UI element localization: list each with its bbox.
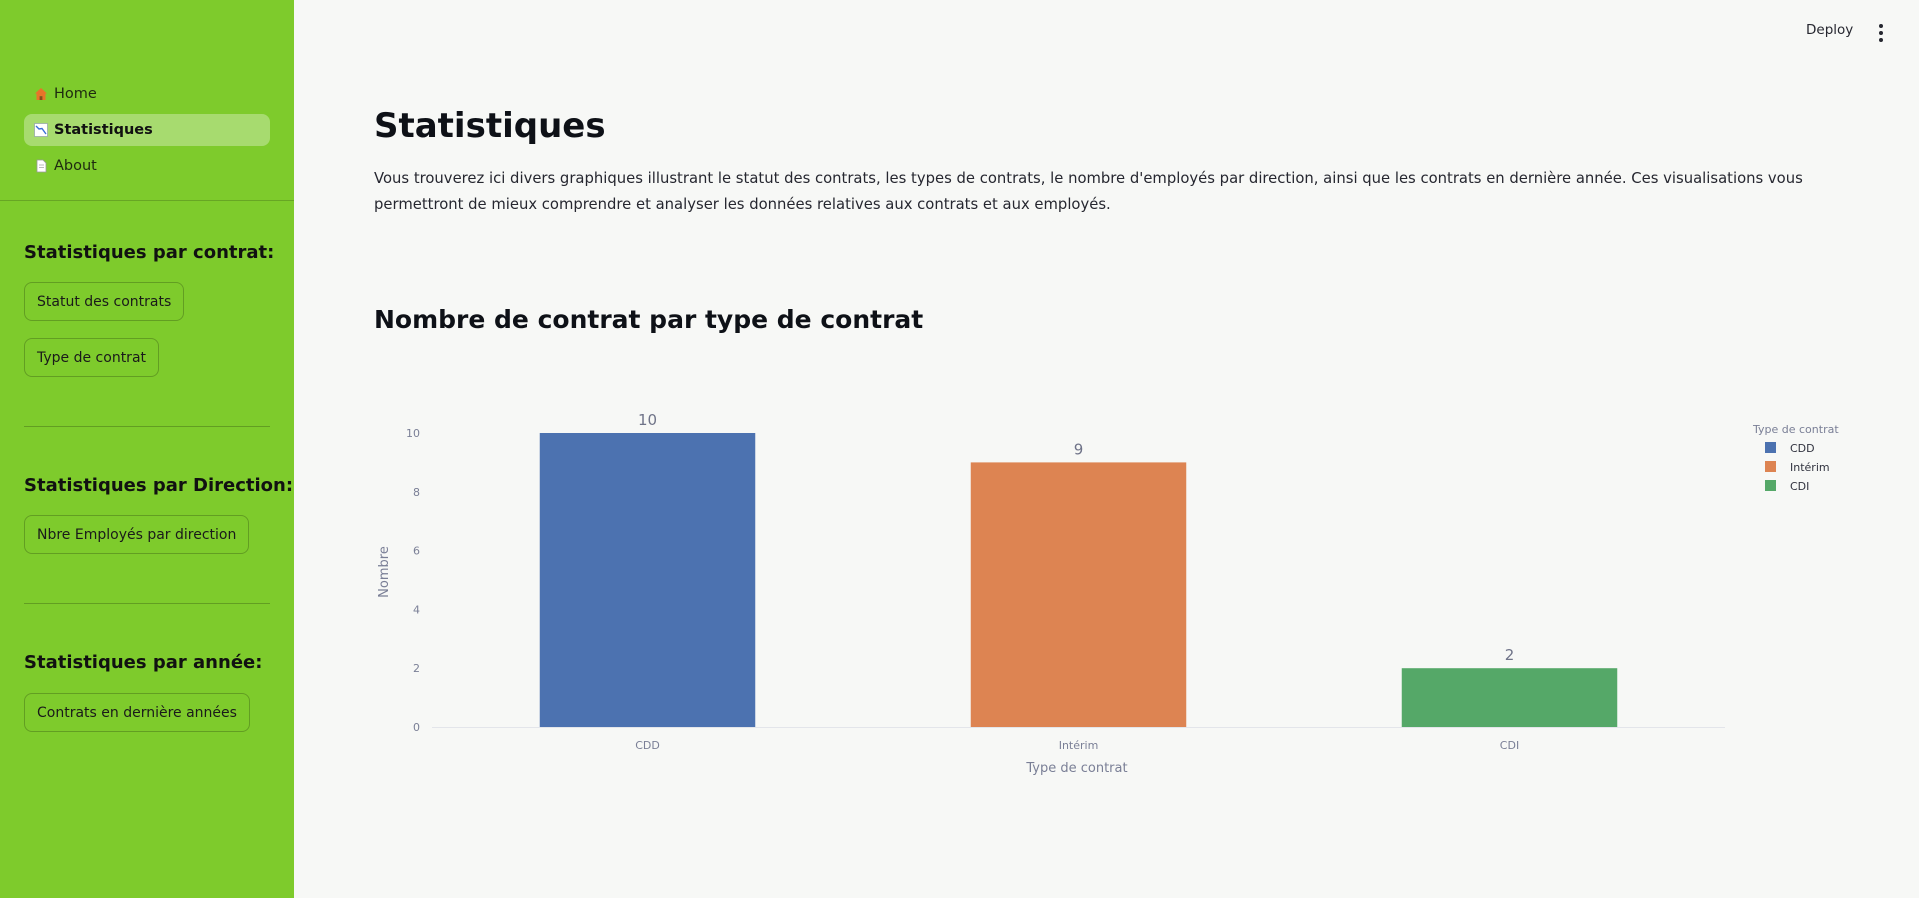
sidebar: Home Statistiques About Statistiques par…	[0, 0, 294, 898]
section-divider	[24, 603, 270, 604]
y-axis-label: Nombre	[377, 546, 392, 598]
legend-entry: CDD	[1790, 442, 1815, 455]
x-axis-label: Type de contrat	[1025, 761, 1127, 776]
data-label: 10	[638, 411, 657, 429]
section-divider	[24, 426, 270, 427]
nav-item-home[interactable]: Home	[24, 78, 270, 110]
more-vertical-icon[interactable]	[1872, 20, 1890, 46]
contrats-derniere-annees-button[interactable]: Contrats en dernière années	[24, 693, 250, 732]
y-tick-label: 8	[413, 486, 420, 499]
deploy-button[interactable]: Deploy	[1800, 18, 1859, 42]
legend-entry: CDI	[1790, 480, 1809, 493]
legend-swatch	[1765, 442, 1776, 453]
bar	[1401, 668, 1618, 727]
chart-decreasing-icon	[34, 123, 48, 137]
section-title-annee: Statistiques par année:	[24, 652, 263, 673]
page-title: Statistiques	[374, 106, 606, 146]
y-tick-label: 4	[413, 603, 420, 616]
y-tick-label: 2	[413, 662, 420, 675]
section-title-direction: Statistiques par Direction:	[24, 475, 294, 496]
y-tick-label: 10	[406, 427, 420, 440]
nbre-employes-par-direction-button[interactable]: Nbre Employés par direction	[24, 515, 250, 554]
y-tick-label: 6	[413, 545, 420, 558]
nav-label: Home	[54, 86, 97, 102]
sidebar-nav: Home Statistiques About	[24, 78, 270, 186]
chart-heading: Nombre de contrat par type de contrat	[374, 305, 924, 334]
x-tick-label: CDI	[1500, 739, 1519, 752]
legend-swatch	[1765, 461, 1776, 472]
intro-text: Vous trouverez ici divers graphiques ill…	[374, 170, 1803, 213]
page-icon	[34, 159, 48, 173]
data-label: 9	[1074, 440, 1084, 458]
nav-label: Statistiques	[54, 122, 153, 138]
house-icon	[34, 87, 48, 101]
statut-des-contrats-button[interactable]: Statut des contrats	[24, 282, 185, 321]
x-tick-label: CDD	[635, 739, 660, 752]
y-tick-label: 0	[413, 721, 420, 734]
data-label: 2	[1505, 646, 1515, 664]
legend-entry: Intérim	[1790, 461, 1830, 474]
x-tick-label: Intérim	[1059, 739, 1099, 752]
legend-swatch	[1765, 480, 1776, 491]
type-de-contrat-button[interactable]: Type de contrat	[24, 338, 160, 377]
nav-label: About	[54, 158, 97, 174]
bar	[539, 433, 756, 727]
section-title-contrat: Statistiques par contrat:	[24, 242, 275, 263]
bar	[970, 462, 1187, 727]
legend-title: Type de contrat	[1752, 423, 1839, 436]
nav-divider	[0, 200, 294, 201]
nav-item-about[interactable]: About	[24, 150, 270, 182]
nav-item-statistiques[interactable]: Statistiques	[24, 114, 270, 146]
